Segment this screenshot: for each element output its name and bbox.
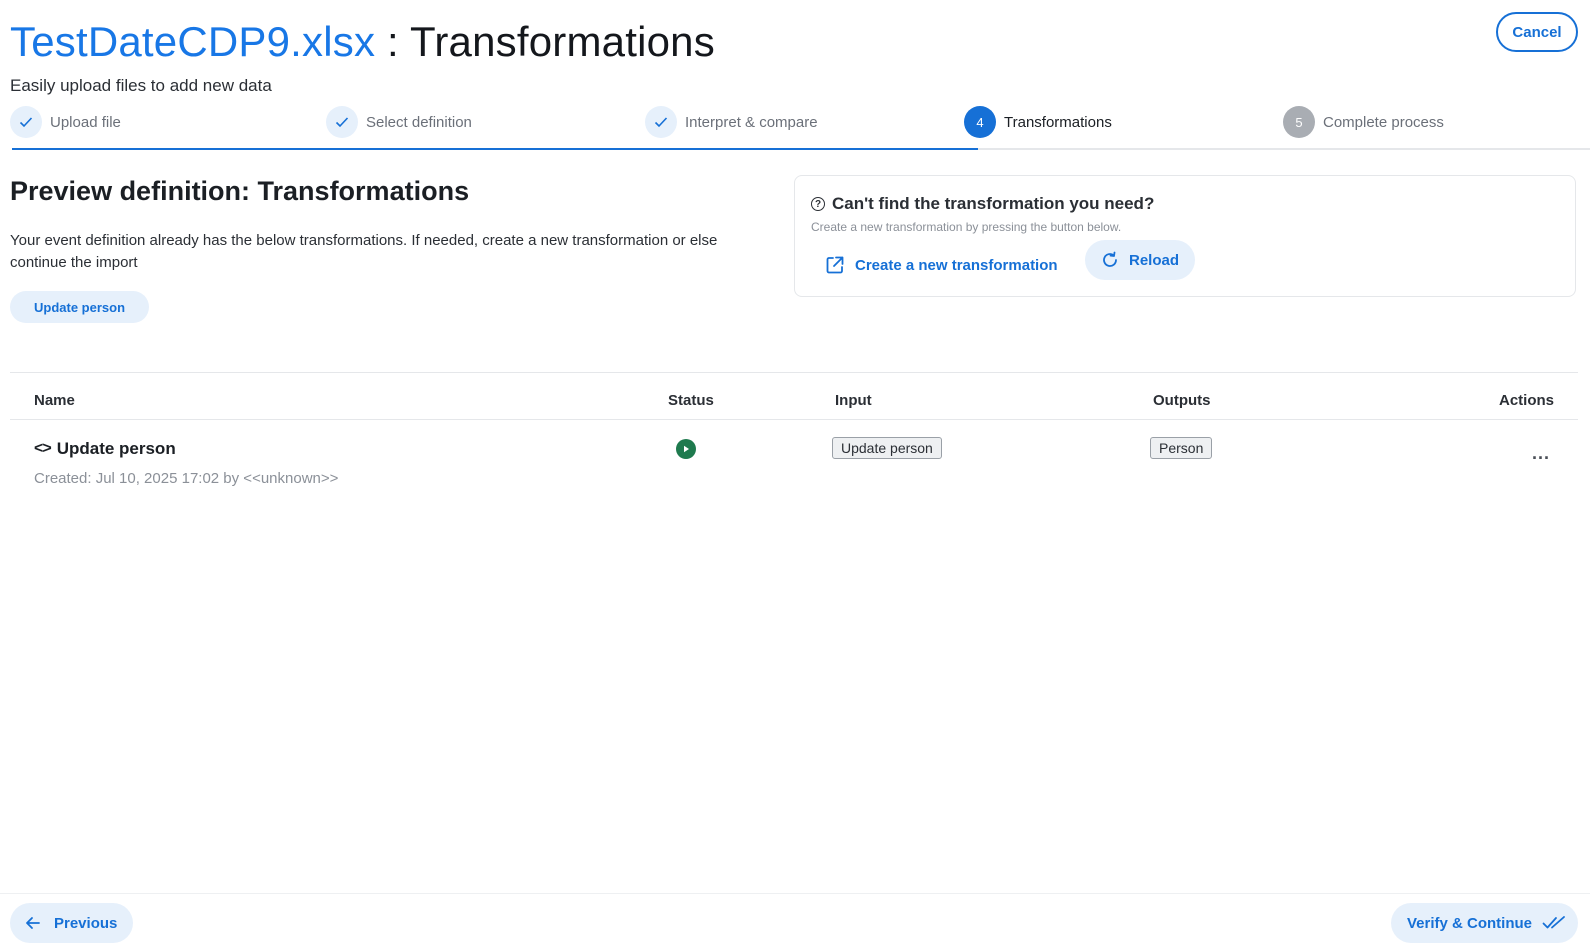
help-card: ? Can't find the transformation you need… xyxy=(794,175,1576,297)
create-transformation-label: Create a new transformation xyxy=(855,256,1058,274)
row-created-meta: Created: Jul 10, 2025 17:02 by <<unknown… xyxy=(34,470,339,487)
input-tag: Update person xyxy=(832,437,942,459)
step-number-badge: 4 xyxy=(964,106,996,138)
transformation-name: Update person xyxy=(56,439,176,458)
column-header-actions: Actions xyxy=(1498,392,1554,409)
help-card-title-text: Can't find the transformation you need? xyxy=(832,194,1155,213)
cancel-button[interactable]: Cancel xyxy=(1496,12,1578,52)
update-person-chip[interactable]: Update person xyxy=(10,291,150,323)
step-label: Interpret & compare xyxy=(685,113,818,131)
page-subtitle: Easily upload files to add new data xyxy=(10,76,272,95)
column-header-name: Name xyxy=(34,392,75,409)
column-header-status: Status xyxy=(668,392,714,409)
check-icon xyxy=(645,106,677,138)
stepper-progress xyxy=(12,148,978,150)
arrow-left-icon xyxy=(26,917,40,929)
table-header: Name Status Input Outputs Actions xyxy=(10,380,1578,420)
verify-continue-button[interactable]: Verify & Continue xyxy=(1390,903,1578,943)
column-header-outputs: Outputs xyxy=(1153,392,1211,409)
step-label: Select definition xyxy=(366,113,472,131)
title-separator: : xyxy=(375,18,411,65)
step-label: Transformations xyxy=(1004,113,1112,131)
verify-continue-label: Verify & Continue xyxy=(1406,914,1532,932)
step-label: Complete process xyxy=(1323,113,1444,131)
preview-description: Your event definition already has the be… xyxy=(10,232,718,271)
file-name: TestDateCDP9.xlsx xyxy=(10,18,376,65)
reload-label: Reload xyxy=(1129,251,1180,269)
double-check-icon xyxy=(1542,916,1565,929)
step-upload-file[interactable]: Upload file xyxy=(10,106,121,138)
more-actions-icon[interactable]: ... xyxy=(1532,443,1550,464)
question-icon: ? xyxy=(811,197,825,211)
page-header: TestDateCDP9.xlsx : Transformations xyxy=(10,14,715,70)
external-link-icon xyxy=(826,256,844,274)
check-icon xyxy=(326,106,358,138)
column-header-input: Input xyxy=(835,392,872,409)
create-transformation-button[interactable]: Create a new transformation xyxy=(825,245,1058,285)
step-interpret-compare[interactable]: Interpret & compare xyxy=(645,106,818,138)
reload-button[interactable]: Reload xyxy=(1085,240,1196,280)
stepper: Upload file Select definition Interpret … xyxy=(0,104,1590,150)
previous-button[interactable]: Previous xyxy=(10,903,134,943)
help-card-title: ? Can't find the transformation you need… xyxy=(811,194,1154,214)
section-divider xyxy=(10,372,1578,373)
help-card-subtitle: Create a new transformation by pressing … xyxy=(811,220,1122,234)
step-number-badge: 5 xyxy=(1283,106,1315,138)
step-label: Upload file xyxy=(50,113,121,131)
footer-divider xyxy=(0,893,1590,894)
step-title: Transformations xyxy=(410,18,715,65)
output-tag: Person xyxy=(1150,437,1213,459)
preview-title: Preview definition: Transformations xyxy=(10,176,470,206)
row-name: <> Update person xyxy=(34,439,176,459)
code-icon: <> xyxy=(34,440,52,457)
page-title: TestDateCDP9.xlsx : Transformations xyxy=(10,14,715,70)
check-icon xyxy=(10,106,42,138)
step-select-definition[interactable]: Select definition xyxy=(326,106,472,138)
previous-label: Previous xyxy=(54,914,118,932)
reload-icon xyxy=(1103,251,1117,267)
step-transformations[interactable]: 4 Transformations xyxy=(964,106,1112,138)
table-row[interactable]: <> Update person Created: Jul 10, 2025 1… xyxy=(10,421,1578,501)
step-complete-process[interactable]: 5 Complete process xyxy=(1283,106,1444,138)
play-icon xyxy=(676,439,696,459)
